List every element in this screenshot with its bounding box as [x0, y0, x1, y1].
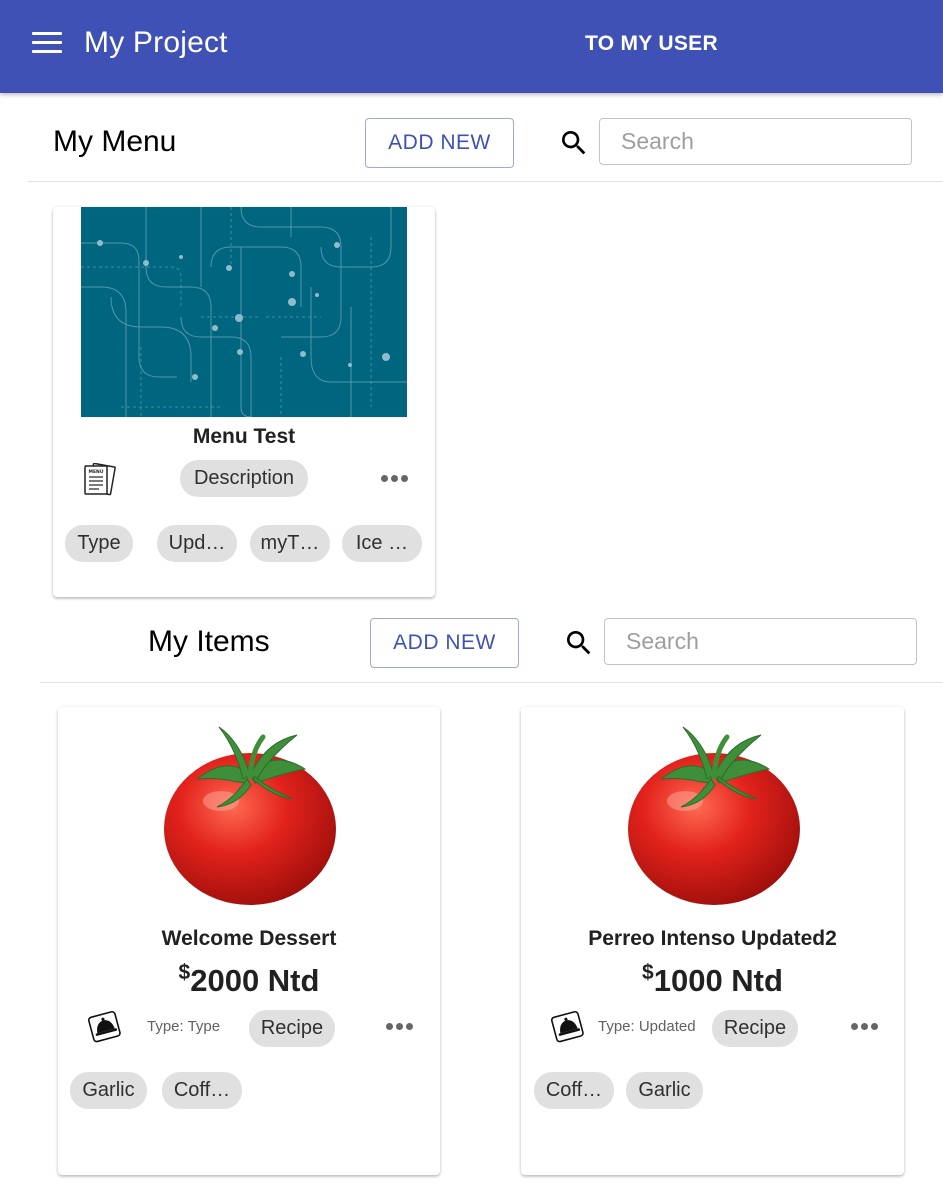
- dish-cloche-icon: [551, 1010, 584, 1043]
- tag-chip[interactable]: Type: [65, 525, 133, 562]
- more-options-icon[interactable]: [851, 1023, 881, 1031]
- tag-chip[interactable]: Upd…: [157, 525, 237, 562]
- add-new-item-button[interactable]: ADD NEW: [370, 618, 519, 668]
- svg-text:MENU: MENU: [89, 469, 104, 475]
- more-options-icon[interactable]: [386, 1023, 416, 1031]
- item-type-text: Type: Type: [147, 1018, 221, 1035]
- item-price: $1000 Ntd: [521, 961, 904, 999]
- app-title: My Project: [84, 26, 228, 59]
- tag-chip[interactable]: Garlic: [70, 1072, 147, 1109]
- to-my-user-button[interactable]: TO MY USER: [585, 32, 718, 56]
- items-divider: [40, 682, 943, 683]
- item-card[interactable]: Perreo Intenso Updated2 $1000 Ntd Type: …: [521, 707, 904, 1175]
- my-menu-title: My Menu: [53, 125, 177, 158]
- search-icon[interactable]: [563, 627, 595, 659]
- item-title: Perreo Intenso Updated2: [588, 927, 837, 950]
- dish-cloche-icon: [88, 1010, 121, 1043]
- menu-divider: [28, 181, 943, 182]
- menu-document-icon: MENU: [84, 463, 116, 496]
- tag-chip[interactable]: myT…: [250, 525, 330, 562]
- recipe-chip[interactable]: Recipe: [249, 1010, 335, 1047]
- item-card[interactable]: Welcome Dessert $2000 Ntd Type: Type Rec…: [58, 707, 440, 1175]
- menu-card-image: [81, 207, 407, 417]
- more-options-icon[interactable]: [381, 475, 411, 483]
- menu-card[interactable]: Menu Test MENU Description Type Upd… myT…: [53, 207, 435, 597]
- description-chip[interactable]: Description: [180, 460, 308, 497]
- tag-chip[interactable]: Coff…: [534, 1072, 614, 1109]
- currency-symbol: $: [178, 961, 191, 984]
- item-price: $2000 Ntd: [58, 961, 440, 999]
- add-new-menu-button[interactable]: ADD NEW: [365, 118, 514, 168]
- tag-chip[interactable]: Ice …: [342, 525, 422, 562]
- item-type-text: Type: Updated: [598, 1018, 696, 1035]
- items-search-input[interactable]: [604, 618, 917, 665]
- currency-symbol: $: [642, 961, 654, 984]
- recipe-chip[interactable]: Recipe: [712, 1010, 798, 1047]
- tag-chip[interactable]: Coff…: [162, 1072, 242, 1109]
- hamburger-menu-icon[interactable]: [32, 32, 62, 54]
- app-bar: My Project TO MY USER: [0, 0, 943, 93]
- item-title: Welcome Dessert: [161, 927, 337, 950]
- my-items-title: My Items: [148, 625, 270, 658]
- tag-chip[interactable]: Garlic: [626, 1072, 703, 1109]
- search-icon[interactable]: [558, 127, 590, 159]
- price-value: 2000 Ntd: [190, 963, 320, 998]
- tomato-image: [628, 726, 800, 905]
- menu-search-input[interactable]: [599, 118, 912, 165]
- menu-card-title: Menu Test: [192, 425, 296, 448]
- price-value: 1000 Ntd: [653, 963, 783, 998]
- tomato-image: [164, 726, 336, 905]
